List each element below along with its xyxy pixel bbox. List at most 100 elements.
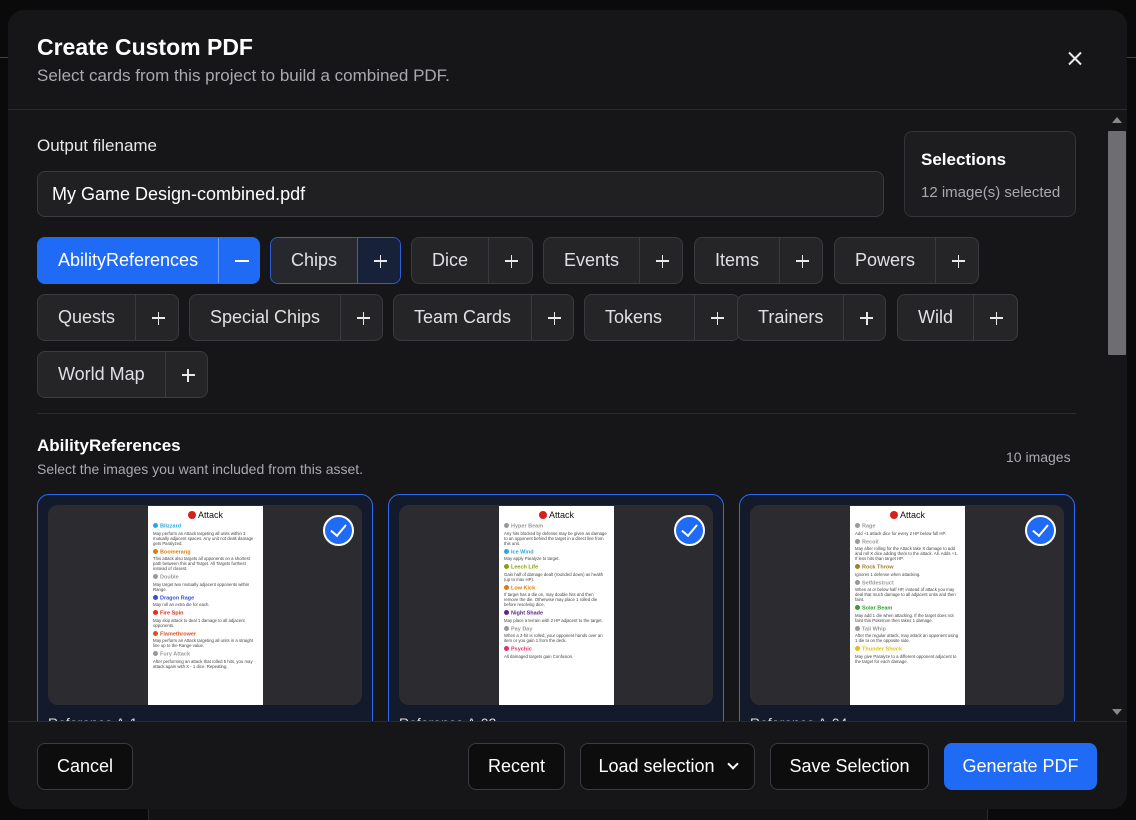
output-filename-input[interactable] — [37, 171, 884, 217]
asset-chip-label[interactable]: Dice — [412, 238, 488, 283]
ability-entry: Solar Beam May add 1 die when attacking. … — [855, 605, 960, 623]
asset-chip-label[interactable]: Items — [695, 238, 779, 283]
card-preview-header: Attack — [153, 510, 258, 520]
save-selection-button[interactable]: Save Selection — [770, 743, 929, 790]
plus-icon[interactable] — [164, 352, 207, 397]
plus-icon[interactable] — [779, 238, 822, 283]
ability-description: May add 1 die when attacking. If the tar… — [855, 612, 954, 623]
plus-icon[interactable] — [488, 238, 532, 283]
asset-chip-label[interactable]: Wild — [898, 295, 973, 340]
ability-description: All damaged targets gain Confusion. — [504, 653, 574, 659]
asset-chip-label[interactable]: Quests — [38, 295, 135, 340]
asset-chip-dice[interactable]: Dice — [411, 237, 533, 284]
card-preview-image: Attack Rage Add +1 attack dice for every 2… — [850, 506, 965, 705]
ability-description: After the regular attack, may attack an … — [855, 633, 959, 643]
asset-chip-label[interactable]: AbilityReferences — [38, 238, 218, 283]
ability-description: Gain half of damage dealt (rounded down)… — [504, 571, 604, 582]
ability-name: Fury Attack — [153, 651, 258, 659]
scroll-down-arrow-icon[interactable] — [1112, 709, 1122, 715]
output-filename-label: Output filename — [37, 136, 158, 155]
plus-icon[interactable] — [531, 295, 573, 340]
plus-icon[interactable] — [843, 295, 885, 340]
asset-chip-label[interactable]: Team Cards — [394, 295, 531, 340]
plus-icon[interactable] — [973, 295, 1017, 340]
asset-chip-items[interactable]: Items — [694, 237, 823, 284]
scroll-up-arrow-icon[interactable] — [1112, 117, 1122, 123]
ability-name: Night Shade — [504, 610, 609, 618]
ability-entry: Psychic All damaged targets gain Confusio… — [504, 646, 609, 659]
recent-button[interactable]: Recent — [468, 743, 565, 790]
asset-chip-powers[interactable]: Powers — [834, 237, 979, 284]
asset-chip-label[interactable]: World Map — [38, 352, 165, 397]
image-card[interactable]: Attack Blizzard May perform an Attack targ… — [37, 494, 373, 721]
scrollbar-thumb[interactable] — [1108, 131, 1126, 355]
plus-icon[interactable] — [639, 238, 682, 283]
asset-chip-label[interactable]: Chips — [271, 238, 358, 283]
plus-icon[interactable] — [357, 238, 400, 283]
ability-name: Selfdestruct — [855, 580, 960, 588]
asset-chip-wild[interactable]: Wild — [897, 294, 1018, 341]
card-preview-header: Attack — [504, 510, 609, 520]
load-selection-dropdown[interactable]: Load selection — [580, 743, 755, 790]
backdrop-divider — [1126, 57, 1136, 58]
cancel-button[interactable]: Cancel — [37, 743, 133, 790]
image-card[interactable]: Attack Rage Add +1 attack dice for every 2… — [739, 494, 1075, 721]
asset-chip-label[interactable]: Special Chips — [190, 295, 340, 340]
asset-chip-chips[interactable]: Chips — [270, 237, 401, 284]
image-card[interactable]: Attack Hyper Beam Any hits blocked by defe… — [388, 494, 724, 721]
checkmark-icon[interactable] — [1025, 515, 1056, 546]
ability-description: This attack also targets all opponents o… — [153, 556, 250, 571]
ability-entry: Leech Life Gain half of damage dealt (rou… — [504, 564, 609, 582]
card-thumbnail: Attack Hyper Beam Any hits blocked by defe… — [399, 505, 713, 705]
ability-name: Psychic — [504, 646, 609, 654]
ability-entry: Pay Day When a 2-hit is rolled, your oppo… — [504, 626, 609, 643]
load-selection-label: Load selection — [598, 756, 715, 776]
ability-description: May give Paralyze to a different opponen… — [855, 653, 957, 664]
dialog-title: Create Custom PDF — [37, 34, 253, 60]
backdrop-panel — [148, 808, 988, 820]
asset-chip-tokens[interactable]: Tokens — [584, 294, 740, 341]
ability-description: May perform an Attack targeting all unit… — [153, 530, 254, 546]
section-divider — [37, 413, 1076, 414]
dialog-header: Create Custom PDF Select cards from this… — [8, 10, 1127, 110]
checkmark-icon[interactable] — [674, 515, 705, 546]
ability-entry: Recoil May after rolling for the Attack t… — [855, 539, 960, 561]
asset-chip-label[interactable]: Tokens — [585, 295, 694, 340]
plus-icon[interactable] — [935, 238, 978, 283]
asset-chip-team-cards[interactable]: Team Cards — [393, 294, 574, 341]
asset-chip-label[interactable]: Trainers — [738, 295, 843, 340]
plus-icon[interactable] — [340, 295, 382, 340]
ability-description: May after rolling for the Attack take X … — [855, 546, 958, 561]
ability-entry: Fury Attack After performing an attack th… — [153, 651, 258, 669]
ability-entry: Hyper Beam Any hits blocked by defense ma… — [504, 523, 609, 546]
asset-chip-events[interactable]: Events — [543, 237, 683, 284]
card-preview-image: Attack Hyper Beam Any hits blocked by defe… — [499, 506, 614, 705]
asset-chip-world-map[interactable]: World Map — [37, 351, 208, 398]
close-icon[interactable] — [1064, 48, 1086, 70]
ability-entry: Selfdestruct When at or below half HP, in… — [855, 580, 960, 602]
ability-entry: Dragon Rage May roll an extra die for eac… — [153, 595, 258, 607]
ability-name: Fire Spin — [153, 610, 258, 618]
generate-pdf-button[interactable]: Generate PDF — [944, 743, 1097, 790]
asset-chip-abilityreferences[interactable]: AbilityReferences — [37, 237, 260, 284]
asset-chip-label[interactable]: Events — [544, 238, 639, 283]
attack-icon — [187, 511, 196, 519]
asset-chip-special-chips[interactable]: Special Chips — [189, 294, 383, 341]
card-preview-title: Attack — [197, 510, 223, 520]
minus-icon[interactable] — [218, 238, 259, 283]
scrollbar[interactable] — [1106, 111, 1127, 721]
plus-icon[interactable] — [694, 295, 739, 340]
ability-name: Low Kick — [504, 585, 609, 593]
ability-name: Blizzard — [153, 523, 258, 531]
ability-name: Ice Wind — [504, 549, 609, 557]
ability-description: If target has a die on, may double hits … — [504, 592, 598, 607]
asset-chip-label[interactable]: Powers — [835, 238, 935, 283]
section-image-count: 10 images — [1006, 449, 1071, 465]
ability-name: Thunder Shock — [855, 646, 960, 654]
asset-chip-trainers[interactable]: Trainers — [737, 294, 886, 341]
ability-name: Pay Day — [504, 626, 609, 634]
plus-icon[interactable] — [135, 295, 178, 340]
asset-chip-quests[interactable]: Quests — [37, 294, 179, 341]
checkmark-icon[interactable] — [323, 515, 354, 546]
ability-entry: Low Kick If target has a die on, may doub… — [504, 585, 609, 607]
